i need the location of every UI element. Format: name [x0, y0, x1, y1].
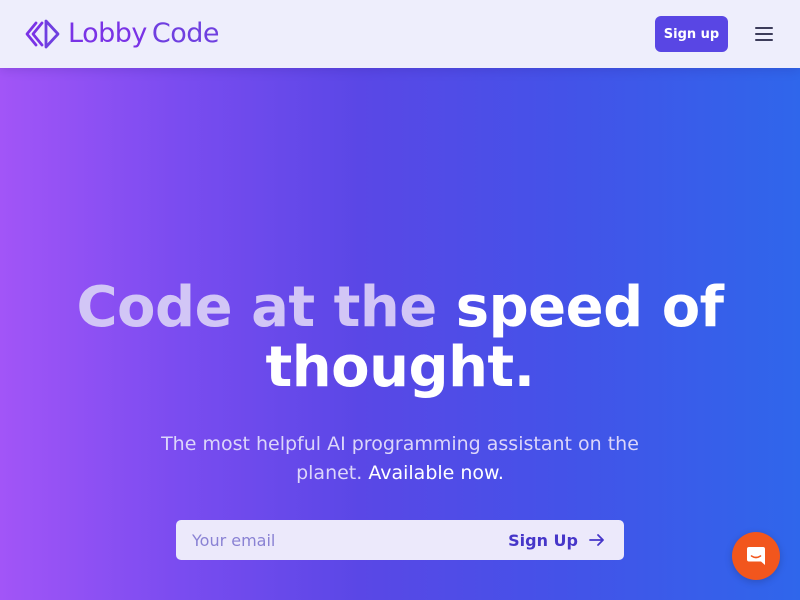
email-signup-submit-button[interactable]: Sign Up — [504, 520, 610, 560]
menu-line — [755, 39, 773, 41]
menu-line — [755, 33, 773, 35]
subtext-highlight: Available now. — [368, 462, 504, 484]
menu-line — [755, 27, 773, 29]
email-input[interactable] — [176, 520, 496, 560]
headline-part-bright: speed of — [455, 275, 724, 340]
brand-logo[interactable]: Lobby Code — [24, 17, 219, 51]
hero-subtext: The most helpful AI programming assistan… — [150, 430, 650, 488]
email-signup-submit-label: Sign Up — [508, 530, 578, 550]
email-signup-form: Sign Up — [176, 520, 624, 560]
headline-part-dim: Code at the — [76, 275, 437, 340]
hero-headline: Code at the speed of thought. — [0, 278, 800, 398]
hamburger-menu-icon[interactable] — [754, 26, 774, 42]
headline-part-bright-2: thought. — [265, 335, 535, 400]
brand-name-word-2: Code — [151, 18, 220, 49]
brand-name-word-1: Lobby — [68, 18, 147, 49]
brand-name: Lobby Code — [68, 17, 219, 51]
signup-button[interactable]: Sign up — [655, 16, 728, 52]
chat-bubble-icon — [747, 547, 765, 565]
landing-page: Lobby Code Sign up Code at the speed of t… — [0, 0, 800, 600]
top-navbar: Lobby Code Sign up — [0, 0, 800, 68]
arrow-right-icon — [589, 534, 604, 546]
lobbycode-logo-icon — [25, 19, 60, 49]
chat-launcher-button[interactable] — [732, 532, 780, 580]
